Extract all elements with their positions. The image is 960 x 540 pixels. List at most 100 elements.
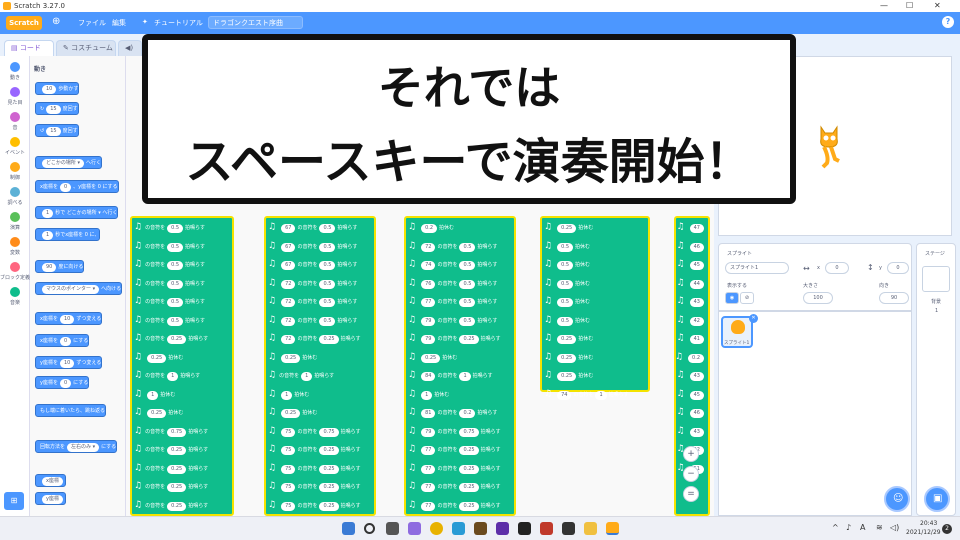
beats-input[interactable]: 0.5 bbox=[319, 316, 336, 326]
category-7[interactable]: 変数 bbox=[0, 237, 30, 256]
scratch-cat-sprite[interactable] bbox=[815, 123, 845, 169]
scratch-taskbar-icon[interactable] bbox=[606, 522, 619, 535]
block-input[interactable]: 41 bbox=[689, 335, 704, 344]
play-note-block[interactable]: ♫ 0.25 拍休む bbox=[134, 350, 183, 364]
note-input[interactable]: 75 bbox=[281, 501, 296, 511]
note-input[interactable]: 77 bbox=[421, 483, 436, 492]
play-note-block[interactable]: ♫ 74 の音符を 1 拍鳴らす bbox=[544, 387, 629, 401]
scratch-logo[interactable]: Scratch bbox=[6, 16, 42, 30]
sprite-thumbnail[interactable]: スプライト1 ✕ bbox=[721, 314, 758, 348]
block-input[interactable]: 左右のみ ▾ bbox=[67, 443, 100, 452]
play-note-block[interactable]: ♫ 1 拍休む bbox=[134, 387, 175, 401]
play-note-block[interactable]: ♫ の音符を 0.25 拍鳴らす bbox=[134, 479, 208, 493]
note-input[interactable]: 75 bbox=[281, 427, 296, 437]
play-note-block[interactable]: ♫ 0.25 拍休む bbox=[544, 331, 593, 345]
note-input[interactable]: 67 bbox=[281, 261, 296, 270]
volume-icon[interactable]: ◁) bbox=[890, 523, 899, 532]
play-note-block[interactable]: ♫ 77 の音符を 0.5 拍鳴らす bbox=[408, 294, 497, 308]
block-input[interactable]: 0.2 bbox=[688, 353, 704, 363]
globe-icon[interactable]: ⊕ bbox=[52, 16, 60, 27]
beats-input[interactable]: 0.25 bbox=[281, 353, 301, 363]
beats-input[interactable]: 0.5 bbox=[557, 298, 574, 307]
direction-input[interactable]: 90 bbox=[879, 292, 909, 304]
category-5[interactable]: 調べる bbox=[0, 187, 30, 206]
note-input[interactable]: 77 bbox=[421, 501, 436, 511]
app-icon-5[interactable] bbox=[540, 522, 553, 535]
play-note-block[interactable]: ♫ 76 の音符を 0.5 拍鳴らす bbox=[408, 276, 497, 290]
play-note-block[interactable]: ♫ 43 bbox=[677, 368, 706, 382]
extension-button[interactable]: ⊞ bbox=[4, 492, 24, 510]
palette-block[interactable]: 10 歩動かす bbox=[35, 82, 80, 95]
block-input[interactable]: 44 bbox=[689, 279, 704, 289]
palette-block[interactable]: もし端に着いたら、跳ね返る bbox=[35, 404, 107, 417]
maximize-button[interactable]: ☐ bbox=[906, 1, 913, 10]
block-input[interactable]: 43 bbox=[689, 372, 704, 381]
beats-input[interactable]: 0.5 bbox=[319, 279, 336, 289]
tab-sound[interactable]: ◀) bbox=[118, 40, 142, 56]
block-input[interactable]: 45 bbox=[689, 261, 704, 270]
beats-input[interactable]: 0.25 bbox=[167, 501, 187, 511]
note-input[interactable]: 74 bbox=[421, 261, 436, 270]
beats-input[interactable]: 0.5 bbox=[319, 224, 336, 233]
category-2[interactable]: 音 bbox=[0, 112, 30, 131]
note-input[interactable]: 79 bbox=[421, 427, 436, 437]
block-input[interactable]: y座標 bbox=[42, 495, 63, 504]
play-note-block[interactable]: ♫ 79 の音符を 0.25 拍鳴らす bbox=[408, 331, 501, 345]
block-input[interactable]: 42 bbox=[689, 316, 704, 326]
category-6[interactable]: 演算 bbox=[0, 212, 30, 231]
beats-input[interactable]: 0.5 bbox=[167, 261, 184, 270]
play-note-block[interactable]: ♫ 77 の音符を 0.25 拍鳴らす bbox=[408, 498, 501, 512]
play-note-block[interactable]: ♫ 1 拍休む bbox=[408, 387, 449, 401]
play-note-block[interactable]: ♫ 0.2 拍休む bbox=[408, 220, 454, 234]
note-input[interactable]: 72 bbox=[281, 279, 296, 289]
beats-input[interactable]: 0.5 bbox=[459, 261, 476, 270]
beats-input[interactable]: 0.25 bbox=[167, 446, 187, 455]
beats-input[interactable]: 0.5 bbox=[167, 298, 184, 307]
mic-icon[interactable]: ♪ bbox=[846, 523, 851, 532]
beats-input[interactable]: 0.75 bbox=[319, 427, 339, 437]
folder-icon[interactable] bbox=[584, 522, 597, 535]
play-note-block[interactable]: ♫ 0.25 拍休む bbox=[268, 405, 317, 419]
play-note-block[interactable]: ♫ 75 の音符を 0.25 拍鳴らす bbox=[268, 479, 361, 493]
note-input[interactable]: 84 bbox=[421, 372, 436, 381]
palette-block[interactable]: x座標 bbox=[35, 474, 66, 487]
beats-input[interactable]: 0.25 bbox=[167, 335, 187, 344]
play-note-block[interactable]: ♫ 0.5 拍休む bbox=[544, 313, 590, 327]
note-input[interactable]: 77 bbox=[421, 464, 436, 474]
play-note-block[interactable]: ♫ の音符を 0.5 拍鳴らす bbox=[134, 294, 205, 308]
block-input[interactable]: 1 bbox=[42, 231, 54, 240]
play-note-block[interactable]: ♫ 46 bbox=[677, 239, 706, 253]
menu-file[interactable]: ファイル bbox=[78, 18, 106, 28]
choose-backdrop-button[interactable]: ▣ bbox=[924, 486, 950, 512]
block-input[interactable]: 43 bbox=[689, 427, 704, 437]
category-8[interactable]: ブロック定義 bbox=[0, 262, 30, 281]
beats-input[interactable]: 0.25 bbox=[557, 335, 577, 344]
close-button[interactable]: ✕ bbox=[934, 1, 941, 10]
play-note-block[interactable]: ♫ 0.2 bbox=[675, 350, 706, 364]
start-icon[interactable] bbox=[342, 522, 355, 535]
block-input[interactable]: 10 bbox=[59, 359, 75, 368]
beats-input[interactable]: 0.25 bbox=[459, 464, 479, 474]
stage-thumbnail[interactable] bbox=[922, 266, 950, 292]
script-stack-col2[interactable]: ♫ 67 の音符を 0.5 拍鳴らす ♫ 67 の音符を 0.5 拍鳴らす ♫ 67 の音符を 0.5 拍鳴… bbox=[264, 216, 376, 516]
beats-input[interactable]: 0.25 bbox=[459, 483, 479, 492]
script-stack-col4[interactable]: ♫ 0.25 拍休む ♫ 0.5 拍休む ♫ 0.5 拍休む ♫ 0.5 拍休む ♫ 0.5 拍休む ♫ 0.5… bbox=[540, 216, 650, 400]
play-note-block[interactable]: ♫ 77 の音符を 0.25 拍鳴らす bbox=[408, 442, 501, 456]
clock-date[interactable]: 2021/12/29 bbox=[906, 529, 941, 536]
clock-time[interactable]: 20:43 bbox=[920, 520, 937, 527]
play-note-block[interactable]: ♫ 72 の音符を 0.5 拍鳴らす bbox=[268, 313, 357, 327]
beats-input[interactable]: 0.25 bbox=[167, 464, 187, 474]
menu-edit[interactable]: 編集 bbox=[112, 18, 126, 28]
note-input[interactable]: 79 bbox=[421, 316, 436, 326]
play-note-block[interactable]: ♫ の音符を 0.5 拍鳴らす bbox=[134, 257, 205, 271]
category-3[interactable]: イベント bbox=[0, 137, 30, 156]
play-note-block[interactable]: ♫ 0.25 拍休む bbox=[134, 405, 183, 419]
category-0[interactable]: 動き bbox=[0, 62, 30, 81]
play-note-block[interactable]: ♫ 0.25 拍休む bbox=[544, 350, 593, 364]
beats-input[interactable]: 0.75 bbox=[459, 427, 479, 437]
palette-block[interactable]: ↺ 15 度回す bbox=[35, 124, 79, 137]
beats-input[interactable]: 0.5 bbox=[557, 279, 574, 289]
play-note-block[interactable]: ♫ の音符を 0.5 拍鳴らす bbox=[134, 239, 205, 253]
note-input[interactable]: 67 bbox=[281, 224, 296, 233]
beats-input[interactable]: 0.5 bbox=[459, 279, 476, 289]
